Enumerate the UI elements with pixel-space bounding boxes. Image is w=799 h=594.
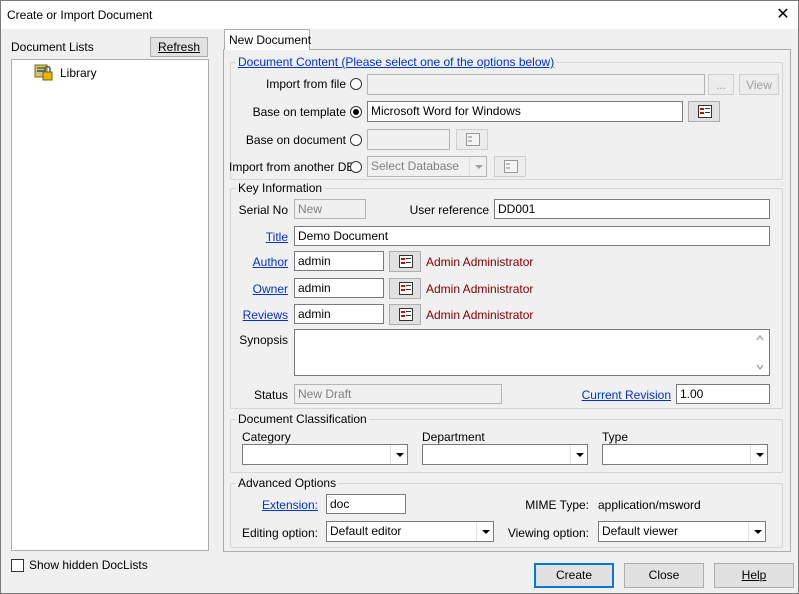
select-database-value: Select Database xyxy=(371,159,460,173)
picker-icon xyxy=(466,133,480,146)
mime-type-label: MIME Type: xyxy=(525,498,589,512)
extension-link[interactable]: Extension: xyxy=(229,498,318,512)
author-link[interactable]: Author xyxy=(229,255,288,269)
type-label: Type xyxy=(602,430,629,444)
type-dropdown[interactable] xyxy=(602,444,768,465)
tab-new-document[interactable]: New Document xyxy=(224,29,312,50)
document-input[interactable] xyxy=(367,129,450,150)
tab-label: New Document xyxy=(229,33,312,47)
import-file-radio[interactable] xyxy=(350,78,362,90)
owner-full-name: Admin Administrator xyxy=(426,282,534,296)
title-input[interactable]: Demo Document xyxy=(294,226,770,246)
view-button[interactable]: View xyxy=(739,74,779,95)
dialog-window: Create or Import Document ✕ Document Lis… xyxy=(0,0,799,594)
advanced-options-header: Advanced Options xyxy=(236,476,339,490)
window-title: Create or Import Document xyxy=(7,8,153,22)
picker-icon xyxy=(698,105,712,118)
import-db-label: Import from another DB xyxy=(229,160,355,174)
synopsis-scrollbar[interactable] xyxy=(752,330,769,375)
import-file-label: Import from file xyxy=(265,77,346,91)
extension-input[interactable]: doc xyxy=(326,494,406,514)
template-radio[interactable] xyxy=(350,106,362,118)
title-link[interactable]: Title xyxy=(229,230,288,244)
viewing-option-dropdown[interactable]: Default viewer xyxy=(598,521,766,542)
reviews-link[interactable]: Reviews xyxy=(229,308,288,322)
template-picker-button[interactable] xyxy=(688,101,720,122)
current-revision-input[interactable]: 1.00 xyxy=(676,384,770,404)
document-picker-button[interactable] xyxy=(456,129,488,150)
owner-picker-button[interactable] xyxy=(389,278,421,299)
picker-icon xyxy=(399,308,413,321)
database-picker-button[interactable] xyxy=(494,156,526,177)
document-radio[interactable] xyxy=(350,134,362,146)
chevron-down-icon xyxy=(750,445,767,464)
chevron-down-icon xyxy=(469,157,486,176)
category-dropdown[interactable] xyxy=(242,444,408,465)
document-lists-tree[interactable]: Library xyxy=(11,59,209,551)
document-content-header[interactable]: Document Content (Please select one of t… xyxy=(236,55,557,69)
reviews-full-name: Admin Administrator xyxy=(426,308,534,322)
show-hidden-label: Show hidden DocLists xyxy=(29,558,148,572)
help-button[interactable]: Help xyxy=(714,563,794,588)
synopsis-textarea[interactable] xyxy=(294,329,770,376)
show-hidden-checkbox[interactable] xyxy=(11,559,24,572)
classification-header: Document Classification xyxy=(236,412,369,426)
scroll-down-icon xyxy=(756,364,764,371)
chevron-down-icon xyxy=(476,522,493,541)
reviews-input[interactable]: admin xyxy=(294,304,384,324)
current-revision-link[interactable]: Current Revision xyxy=(561,388,671,402)
template-label: Base on template xyxy=(252,105,346,119)
picker-icon xyxy=(504,160,518,173)
import-file-input[interactable] xyxy=(367,74,705,95)
reviews-picker-button[interactable] xyxy=(389,304,421,325)
mime-type-value: application/msword xyxy=(598,498,701,512)
select-database-dropdown[interactable]: Select Database xyxy=(367,156,487,177)
serial-no-field: New xyxy=(294,199,366,219)
import-db-radio[interactable] xyxy=(350,161,362,173)
refresh-button-label: Refresh xyxy=(157,40,201,54)
department-label: Department xyxy=(422,430,485,444)
status-label: Status xyxy=(253,388,288,402)
author-input[interactable]: admin xyxy=(294,251,384,271)
browse-file-button[interactable]: ... xyxy=(708,74,734,95)
viewing-option-label: Viewing option: xyxy=(507,526,589,540)
title-bar: Create or Import Document ✕ xyxy=(1,1,798,29)
chevron-down-icon xyxy=(570,445,587,464)
editing-option-value: Default editor xyxy=(330,524,402,538)
editing-option-dropdown[interactable]: Default editor xyxy=(326,521,494,542)
department-dropdown[interactable] xyxy=(422,444,588,465)
document-label: Base on document xyxy=(245,133,346,147)
scroll-up-icon xyxy=(756,334,764,341)
template-input[interactable]: Microsoft Word for Windows xyxy=(367,101,683,122)
document-lists-header: Document Lists xyxy=(11,40,94,54)
author-full-name: Admin Administrator xyxy=(426,255,534,269)
chevron-down-icon xyxy=(748,522,765,541)
owner-input[interactable]: admin xyxy=(294,278,384,298)
tree-item-label: Library xyxy=(60,66,97,80)
status-field: New Draft xyxy=(294,384,502,404)
key-information-header: Key Information xyxy=(236,181,325,195)
user-reference-input[interactable]: DD001 xyxy=(494,199,770,219)
owner-link[interactable]: Owner xyxy=(229,282,288,296)
viewing-option-value: Default viewer xyxy=(602,524,679,538)
refresh-button[interactable]: Refresh xyxy=(150,37,208,57)
user-reference-label: User reference xyxy=(409,203,489,217)
help-button-label: Help xyxy=(741,568,767,582)
category-label: Category xyxy=(242,430,291,444)
serial-no-label: Serial No xyxy=(238,203,288,217)
close-icon[interactable]: ✕ xyxy=(768,1,798,29)
chevron-down-icon xyxy=(390,445,407,464)
editing-option-label: Editing option: xyxy=(241,526,318,540)
author-picker-button[interactable] xyxy=(389,251,421,272)
create-button[interactable]: Create xyxy=(534,563,614,588)
picker-icon xyxy=(399,282,413,295)
library-lock-icon xyxy=(34,63,54,81)
synopsis-label: Synopsis xyxy=(239,333,288,347)
picker-icon xyxy=(399,255,413,268)
close-button[interactable]: Close xyxy=(624,563,704,588)
